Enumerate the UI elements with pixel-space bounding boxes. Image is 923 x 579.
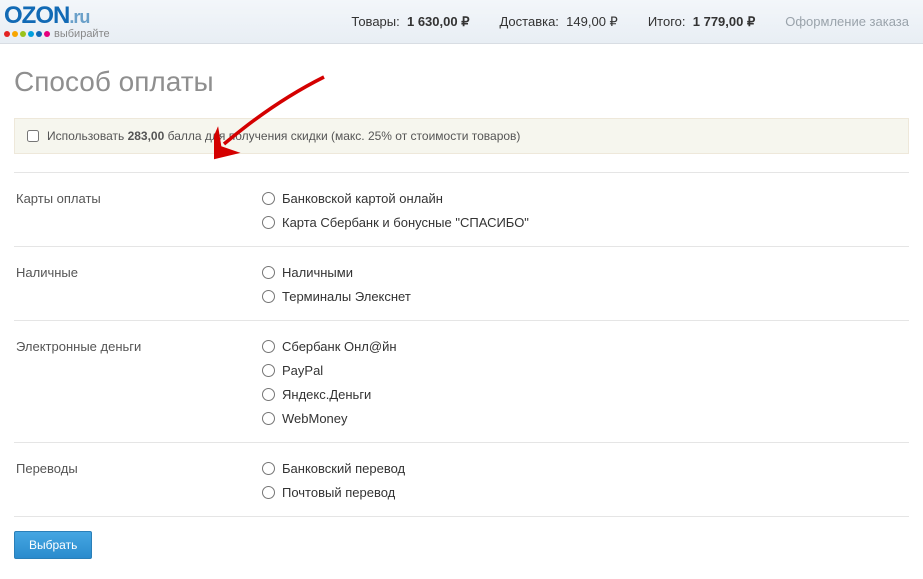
payment-radio[interactable] [262,462,275,475]
payment-radio[interactable] [262,266,275,279]
payment-radio[interactable] [262,340,275,353]
use-bonus-checkbox[interactable] [27,130,39,142]
summary-goods: Товары: 1 630,00 ₽ [351,14,469,30]
section-label: Карты оплаты [14,191,262,230]
header-bar: OZON.ru выбирайте Товары: 1 630,00 ₽ Дос… [0,0,923,44]
payment-option-postal-transfer[interactable]: Почтовый перевод [262,485,909,500]
section-label: Переводы [14,461,262,500]
payment-option-bank-transfer[interactable]: Банковский перевод [262,461,909,476]
checkout-step-label: Оформление заказа [785,14,909,29]
logo-dot [12,31,18,37]
logo-dot [44,31,50,37]
payment-section-cards: Карты оплаты Банковской картой онлайн Ка… [14,172,909,246]
order-summary: Товары: 1 630,00 ₽ Доставка: 149,00 ₽ Ит… [351,14,909,30]
payment-radio[interactable] [262,486,275,499]
logo-dot [20,31,26,37]
payment-radio[interactable] [262,388,275,401]
section-label: Электронные деньги [14,339,262,426]
logo-dot [36,31,42,37]
payment-option-sberbank-online[interactable]: Сбербанк Онл@йн [262,339,909,354]
payment-option-yandex-money[interactable]: Яндекс.Деньги [262,387,909,402]
logo-dots: выбирайте [4,28,110,40]
payment-section-transfers: Переводы Банковский перевод Почтовый пер… [14,442,909,516]
logo-dot [28,31,34,37]
bonus-text: Использовать 283,00 балла для получения … [47,129,520,143]
logo-tagline: выбирайте [54,28,110,40]
summary-total: Итого: 1 779,00 ₽ [648,14,755,30]
site-logo[interactable]: OZON.ru выбирайте [4,6,110,40]
submit-button[interactable]: Выбрать [14,531,92,559]
payment-radio[interactable] [262,290,275,303]
logo-text: OZON.ru [4,6,110,27]
payment-radio[interactable] [262,364,275,377]
payment-radio[interactable] [262,216,275,229]
payment-section-cash: Наличные Наличными Терминалы Элекснет [14,246,909,320]
payment-option-paypal[interactable]: PayPal [262,363,909,378]
bonus-points-bar: Использовать 283,00 балла для получения … [14,118,909,154]
payment-radio[interactable] [262,192,275,205]
payment-option-card-online[interactable]: Банковской картой онлайн [262,191,909,206]
payment-radio[interactable] [262,412,275,425]
payment-section-emoney: Электронные деньги Сбербанк Онл@йн PayPa… [14,320,909,442]
logo-dot [4,31,10,37]
payment-option-eleksnet[interactable]: Терминалы Элекснет [262,289,909,304]
section-label: Наличные [14,265,262,304]
payment-option-cash[interactable]: Наличными [262,265,909,280]
payment-option-sberbank-spasibo[interactable]: Карта Сбербанк и бонусные "СПАСИБО" [262,215,909,230]
page-title: Способ оплаты [14,66,909,98]
summary-delivery: Доставка: 149,00 ₽ [499,14,617,30]
payment-option-webmoney[interactable]: WebMoney [262,411,909,426]
